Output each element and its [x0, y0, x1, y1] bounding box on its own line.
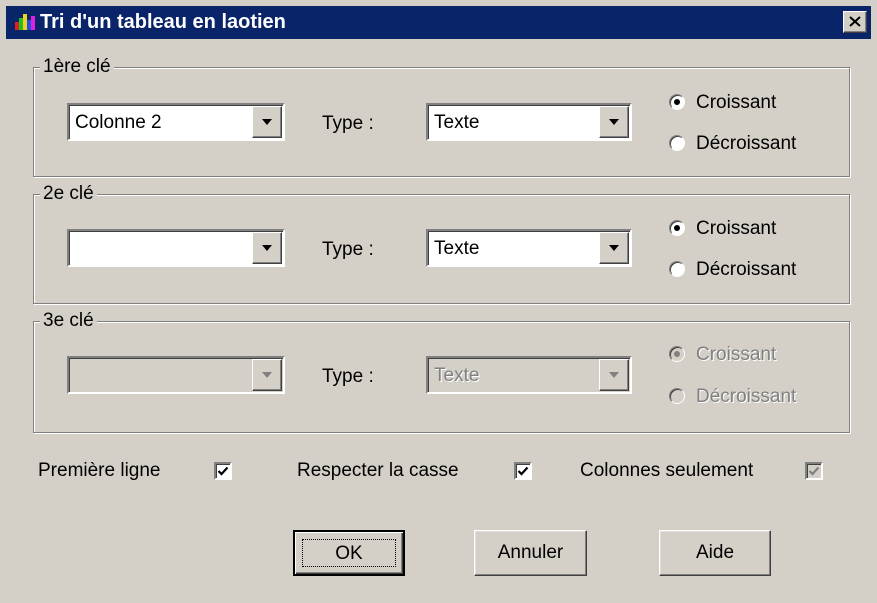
- cancel-button-label: Annuler: [497, 542, 564, 563]
- key-1-type-dropdown-arrow[interactable]: [599, 106, 629, 138]
- focus-ring: [302, 539, 396, 567]
- key-3-type-value: Texte: [434, 365, 480, 386]
- ok-button[interactable]: OK: [293, 530, 405, 576]
- match-case-checkbox[interactable]: [514, 462, 532, 480]
- key-1-column-dropdown-arrow[interactable]: [252, 106, 282, 138]
- key-2-ascending-label: Croissant: [696, 218, 777, 239]
- key-2-descending-label: Décroissant: [696, 259, 797, 280]
- key-2-type-dropdown[interactable]: Texte: [426, 229, 632, 267]
- key-1-descending-label: Décroissant: [696, 133, 797, 154]
- radio-button[interactable]: [669, 261, 685, 277]
- help-button-label: Aide: [695, 542, 735, 563]
- radio-button[interactable]: [669, 94, 685, 110]
- key-1-column-value: Colonne 2: [75, 112, 162, 133]
- key-3-column-dropdown: [67, 356, 285, 394]
- cancel-button[interactable]: Annuler: [474, 530, 587, 576]
- key-2-type-value: Texte: [434, 238, 480, 259]
- key-1-type-value: Texte: [434, 112, 480, 133]
- key-3-type-dropdown-arrow: [599, 359, 629, 391]
- key-2-column-dropdown-arrow[interactable]: [252, 232, 282, 264]
- key-3-type-dropdown: Texte: [426, 356, 632, 394]
- columns-only-label: Colonnes seulement: [580, 460, 754, 481]
- key-3-type-label: Type :: [322, 366, 374, 387]
- checkmark-icon: [517, 466, 529, 476]
- multicolor-app-icon: [15, 14, 35, 30]
- help-button[interactable]: Aide: [659, 530, 771, 576]
- chevron-down-icon: [609, 119, 619, 125]
- key-3-column-dropdown-arrow: [252, 359, 282, 391]
- key-2-type-dropdown-arrow[interactable]: [599, 232, 629, 264]
- first-row-label: Première ligne: [38, 460, 161, 481]
- title-bar[interactable]: Tri d'un tableau en laotien: [6, 6, 871, 39]
- close-button[interactable]: [843, 11, 867, 33]
- match-case-label: Respecter la casse: [297, 460, 459, 481]
- key-2-legend: 2e clé: [40, 183, 97, 205]
- window-title: Tri d'un tableau en laotien: [40, 11, 286, 33]
- key-1-ascending-label: Croissant: [696, 92, 777, 113]
- key-2-type-label: Type :: [322, 239, 374, 260]
- radio-button[interactable]: [669, 220, 685, 236]
- key-3-descending-label: Décroissant: [696, 386, 797, 407]
- chevron-down-icon: [609, 372, 619, 378]
- radio-button: [669, 346, 685, 362]
- checkmark-icon: [217, 466, 229, 476]
- key-1-legend: 1ère clé: [40, 56, 114, 78]
- close-icon: [849, 16, 861, 27]
- radio-selected-dot: [674, 225, 680, 231]
- checkmark-icon: [808, 466, 820, 476]
- key-1-type-label: Type :: [322, 113, 374, 134]
- chevron-down-icon: [262, 119, 272, 125]
- key-1-column-dropdown[interactable]: Colonne 2: [67, 103, 285, 141]
- radio-button[interactable]: [669, 135, 685, 151]
- key-3-legend: 3e clé: [40, 310, 97, 332]
- radio-button: [669, 388, 685, 404]
- chevron-down-icon: [609, 245, 619, 251]
- radio-selected-dot: [674, 351, 680, 357]
- first-row-checkbox[interactable]: [214, 462, 232, 480]
- key-2-column-dropdown[interactable]: [67, 229, 285, 267]
- chevron-down-icon: [262, 372, 272, 378]
- chevron-down-icon: [262, 245, 272, 251]
- key-3-ascending-label: Croissant: [696, 344, 777, 365]
- columns-only-checkbox: [805, 462, 823, 480]
- radio-selected-dot: [674, 99, 680, 105]
- key-1-type-dropdown[interactable]: Texte: [426, 103, 632, 141]
